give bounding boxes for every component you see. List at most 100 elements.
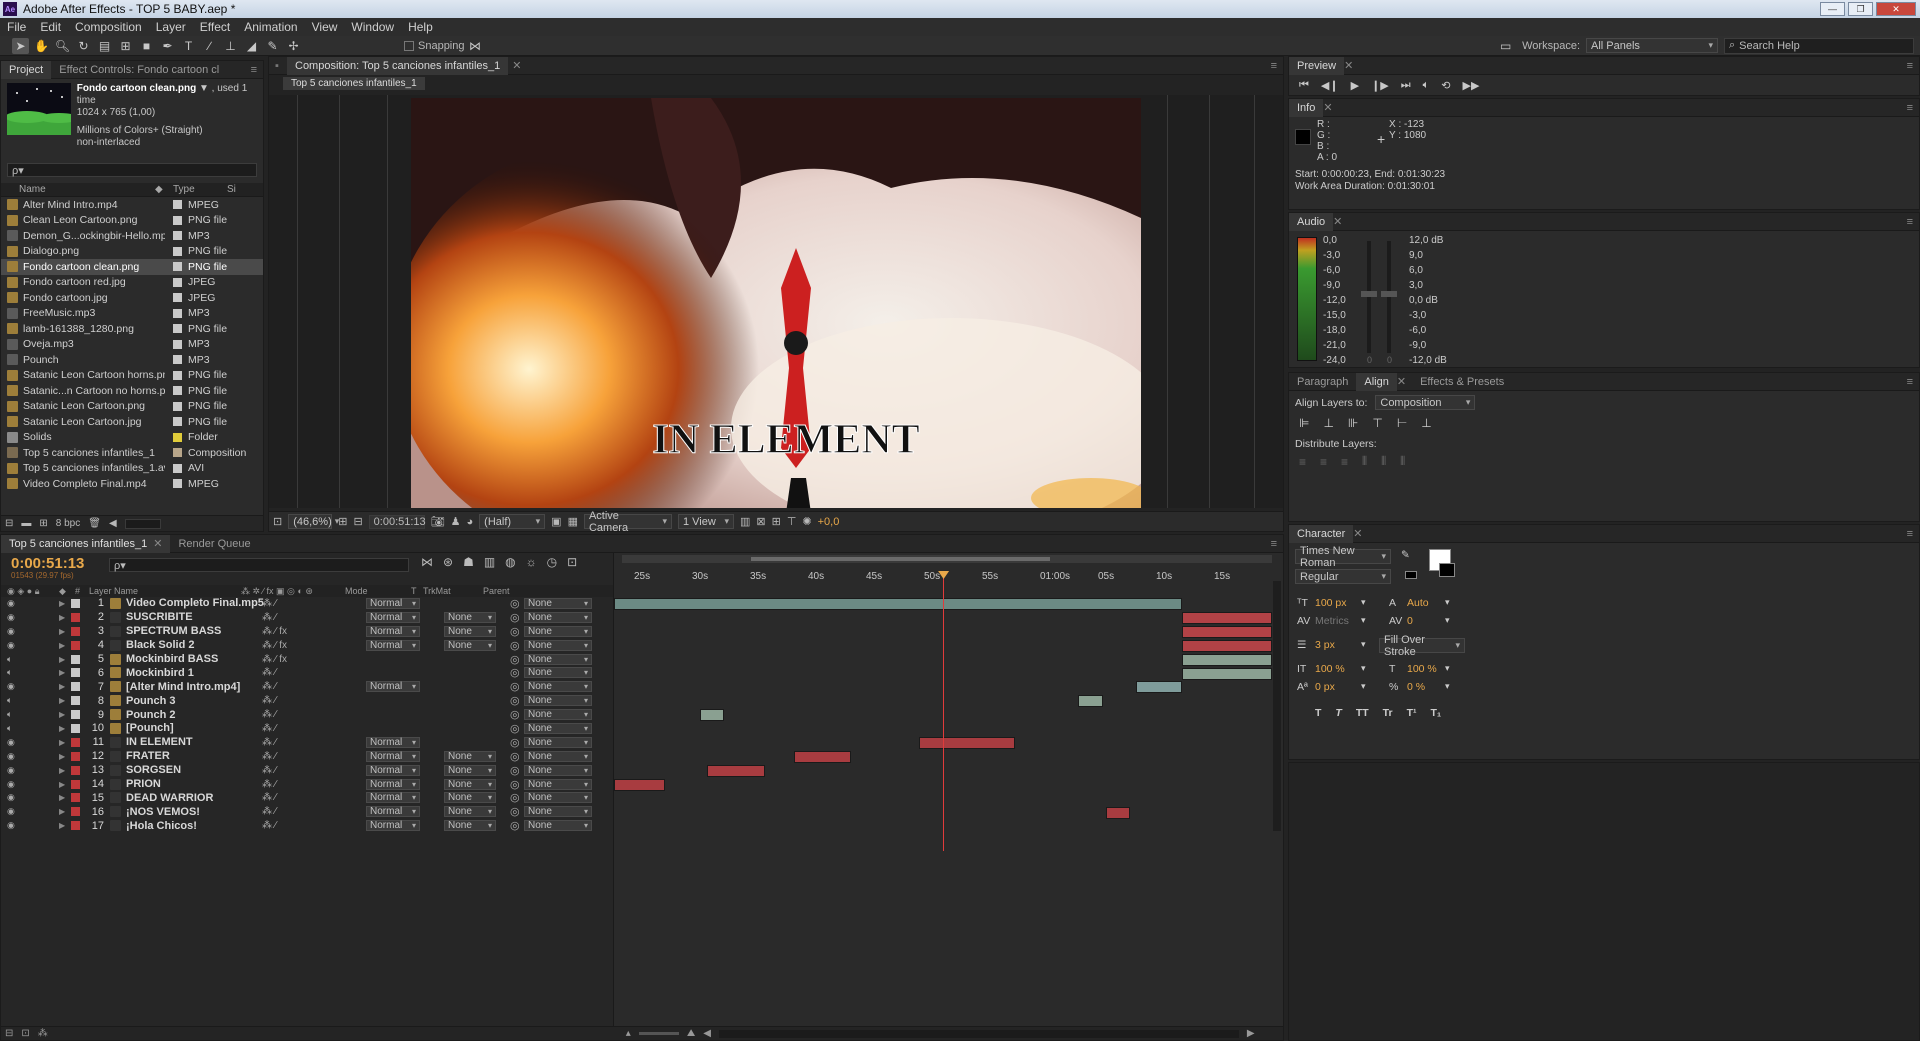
- project-item[interactable]: Top 5 canciones infantiles_1 Composition: [1, 445, 263, 461]
- layer-label-swatch[interactable]: [71, 765, 80, 775]
- layer-row[interactable]: ◉▶4Black Solid 2⁂ ∕ fxNormalNone◎None: [1, 639, 613, 653]
- parent-pickwhip-icon[interactable]: ◎: [510, 680, 524, 693]
- project-item[interactable]: FreeMusic.mp3 MP3: [1, 306, 263, 322]
- eye-icon[interactable]: ◉: [1, 612, 59, 623]
- layer-label-swatch[interactable]: [71, 598, 80, 608]
- layer-label-swatch[interactable]: [71, 807, 80, 817]
- blend-mode-dropdown[interactable]: Normal: [366, 820, 420, 832]
- baseline-shift-value[interactable]: 0 px: [1315, 681, 1335, 693]
- parent-pickwhip-icon[interactable]: ◎: [510, 625, 524, 638]
- track-matte-dropdown[interactable]: None: [444, 806, 496, 818]
- zoom-out-icon[interactable]: ▴: [626, 1028, 631, 1039]
- resolution-dropdown[interactable]: (Half): [479, 514, 546, 529]
- parent-pickwhip-icon[interactable]: ◎: [510, 791, 524, 804]
- layer-name[interactable]: [Alter Mind Intro.mp4]: [126, 681, 262, 693]
- layer-row[interactable]: 🔈︎ ▶ 8 Pounch 3 ⁂ ∕ ◎ None: [1, 694, 613, 709]
- brush-tool-icon[interactable]: ∕: [201, 38, 218, 54]
- audio-toggle-icon[interactable]: 🔈︎: [1, 709, 59, 720]
- project-item[interactable]: Satanic Leon Cartoon.png PNG file: [1, 399, 263, 415]
- project-item[interactable]: Fondo cartoon clean.png PNG file: [1, 259, 263, 275]
- current-time-field[interactable]: 0:00:51:13: [368, 514, 426, 529]
- label-color-swatch[interactable]: [173, 200, 182, 210]
- project-item[interactable]: Satanic...n Cartoon no horns.png PNG file: [1, 383, 263, 399]
- column-t[interactable]: T: [411, 586, 423, 596]
- expand-twirl-icon[interactable]: ▶: [59, 682, 71, 691]
- layer-label-swatch[interactable]: [71, 682, 80, 692]
- panel-menu-icon[interactable]: ≡: [1907, 102, 1913, 114]
- audio-slider-right-thumb[interactable]: [1381, 291, 1397, 297]
- blend-mode-dropdown[interactable]: Normal: [366, 750, 420, 762]
- column-type[interactable]: Type: [167, 184, 227, 195]
- label-color-swatch[interactable]: [173, 293, 182, 303]
- eye-icon[interactable]: ◉: [1, 765, 59, 776]
- layer-row[interactable]: 🔈︎ ▶ 5 Mockinbird BASS ⁂ ∕ fx ◎ None: [1, 653, 613, 667]
- layer-row[interactable]: ◉▶3SPECTRUM BASS⁂ ∕ fxNormalNone◎None: [1, 625, 613, 639]
- project-item[interactable]: Oveja.mp3 MP3: [1, 337, 263, 353]
- align-vcenter-icon[interactable]: ⊢: [1397, 416, 1407, 430]
- layer-duration-bar[interactable]: [1181, 667, 1272, 680]
- project-item[interactable]: Top 5 canciones infantiles_1.avi AVI: [1, 461, 263, 477]
- layer-duration-bar[interactable]: [707, 764, 765, 777]
- layer-duration-bar[interactable]: [614, 778, 665, 791]
- parent-pickwhip-icon[interactable]: ◎: [510, 597, 524, 610]
- superscript-button[interactable]: T¹: [1407, 707, 1417, 719]
- label-color-swatch[interactable]: [173, 231, 182, 241]
- auto-keyframe-icon[interactable]: ◷: [547, 555, 557, 569]
- layer-row[interactable]: ◉▶2SUSCRIBITE⁂ ∕ NormalNone◎None: [1, 611, 613, 625]
- layer-label-swatch[interactable]: [71, 696, 80, 706]
- stroke-width-value[interactable]: 3 px: [1315, 639, 1335, 651]
- leading-value[interactable]: Auto: [1407, 597, 1429, 609]
- layer-row[interactable]: ◉▶ 11 IN ELEMENT⁂ ∕ Normal ◎None: [1, 736, 613, 750]
- layer-row[interactable]: 🔈︎ ▶ 9 Pounch 2 ⁂ ∕ ◎ None: [1, 708, 613, 723]
- roto-brush-tool-icon[interactable]: ✎: [264, 38, 281, 54]
- timeline-search-input[interactable]: ρ▾: [109, 558, 409, 572]
- track-matte-dropdown[interactable]: None: [444, 820, 496, 832]
- parent-pickwhip-icon[interactable]: ◎: [510, 736, 524, 749]
- layer-name[interactable]: FRATER: [126, 750, 262, 762]
- layer-label-swatch[interactable]: [71, 640, 80, 650]
- layer-name[interactable]: Mockinbird 1: [126, 667, 262, 679]
- exposure-value[interactable]: +0,0: [818, 516, 840, 528]
- layer-row[interactable]: ◉▶16¡NOS VEMOS!⁂ ∕ NormalNone◎None: [1, 805, 613, 820]
- layer-name[interactable]: ¡Hola Chicos!: [126, 820, 262, 832]
- tab-character[interactable]: Character: [1289, 524, 1354, 543]
- layer-switches[interactable]: ⁂ ∕: [262, 681, 366, 692]
- subscript-button[interactable]: T₁: [1431, 707, 1442, 719]
- layer-name[interactable]: PRION: [126, 778, 262, 790]
- track-matte-dropdown[interactable]: None: [444, 611, 496, 623]
- blend-mode-dropdown[interactable]: Normal: [366, 625, 420, 637]
- close-tab-icon[interactable]: ✕: [512, 59, 521, 72]
- font-family-dropdown[interactable]: Times New Roman: [1295, 545, 1391, 569]
- timeline-vscroll[interactable]: [1273, 581, 1281, 831]
- distribute-top-icon[interactable]: ≡: [1299, 455, 1306, 469]
- expand-twirl-icon[interactable]: ▶: [59, 738, 71, 747]
- track-matte-dropdown[interactable]: None: [444, 792, 496, 804]
- layer-name[interactable]: Black Solid 2: [126, 639, 262, 651]
- expand-twirl-icon[interactable]: ▶: [59, 655, 71, 664]
- tsume-value[interactable]: 0 %: [1407, 681, 1425, 693]
- layer-duration-bar[interactable]: [1181, 653, 1272, 666]
- layer-duration-bar[interactable]: [1181, 611, 1272, 624]
- blend-mode-dropdown[interactable]: Normal: [366, 639, 420, 651]
- parent-dropdown[interactable]: None: [524, 722, 592, 734]
- column-mode[interactable]: Mode: [345, 586, 411, 596]
- layer-duration-bar[interactable]: [1181, 625, 1272, 638]
- timeline-scroll-right-icon[interactable]: ▶: [1247, 1028, 1255, 1039]
- eye-icon[interactable]: ◉: [1, 820, 59, 831]
- close-button[interactable]: ✕: [1876, 2, 1916, 16]
- snapping-checkbox[interactable]: [404, 40, 414, 51]
- layer-switches[interactable]: ⁂ ∕: [262, 751, 366, 762]
- expand-twirl-icon[interactable]: ▶: [59, 668, 71, 677]
- column-name[interactable]: Name: [1, 184, 155, 195]
- rectangle-tool-icon[interactable]: ■: [138, 38, 155, 54]
- eye-icon[interactable]: ◉: [1, 737, 59, 748]
- fast-previews-icon[interactable]: ⊠: [756, 515, 765, 528]
- type-tool-icon[interactable]: T: [180, 38, 197, 54]
- parent-dropdown[interactable]: None: [524, 653, 592, 665]
- tab-project[interactable]: Project: [1, 60, 52, 79]
- expand-twirl-icon[interactable]: ▶: [59, 696, 71, 705]
- audio-toggle-icon[interactable]: 🔈︎: [1, 654, 59, 665]
- align-to-dropdown[interactable]: Composition: [1375, 395, 1476, 410]
- layer-row[interactable]: ◉▶15DEAD WARRIOR⁂ ∕ NormalNone◎None: [1, 791, 613, 806]
- parent-pickwhip-icon[interactable]: ◎: [510, 750, 524, 763]
